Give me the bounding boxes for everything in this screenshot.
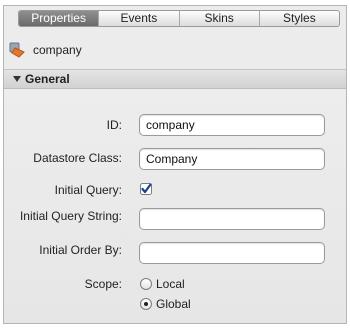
tab-skins[interactable]: Skins — [178, 11, 259, 26]
entity-header: company — [4, 39, 346, 63]
tab-properties[interactable]: Properties — [19, 11, 99, 26]
id-field[interactable] — [139, 114, 325, 136]
tab-bar: Properties Events Skins Styles — [18, 10, 340, 27]
section-title: General — [25, 72, 70, 86]
initial-query-checkbox[interactable] — [140, 183, 152, 195]
datastore-class-icon — [9, 42, 25, 58]
tab-styles[interactable]: Styles — [258, 11, 339, 26]
disclosure-triangle-icon[interactable] — [13, 76, 21, 82]
scope-local-radio[interactable] — [140, 278, 152, 290]
section-general-body: ID: Datastore Class: Initial Query: Init… — [4, 89, 346, 323]
scope-global-label[interactable]: Global — [156, 297, 191, 311]
initial-order-by-field[interactable] — [139, 242, 325, 264]
id-label: ID: — [106, 118, 122, 132]
checkmark-icon — [140, 183, 152, 195]
entity-name: company — [33, 43, 82, 57]
initial-query-label: Initial Query: — [54, 183, 122, 197]
initial-query-string-label: Initial Query String: — [19, 209, 122, 223]
scope-label: Scope: — [84, 277, 122, 291]
tab-events[interactable]: Events — [98, 11, 178, 26]
initial-query-string-field[interactable] — [139, 208, 325, 230]
scope-local-label[interactable]: Local — [156, 277, 185, 291]
scope-global-radio[interactable] — [140, 298, 152, 310]
section-general-header[interactable]: General — [4, 69, 346, 89]
properties-panel: Properties Events Skins Styles company G… — [3, 5, 347, 324]
datastore-class-field[interactable] — [139, 148, 325, 170]
initial-order-by-label: Initial Order By: — [39, 243, 122, 257]
datastore-class-label: Datastore Class: — [33, 151, 122, 165]
